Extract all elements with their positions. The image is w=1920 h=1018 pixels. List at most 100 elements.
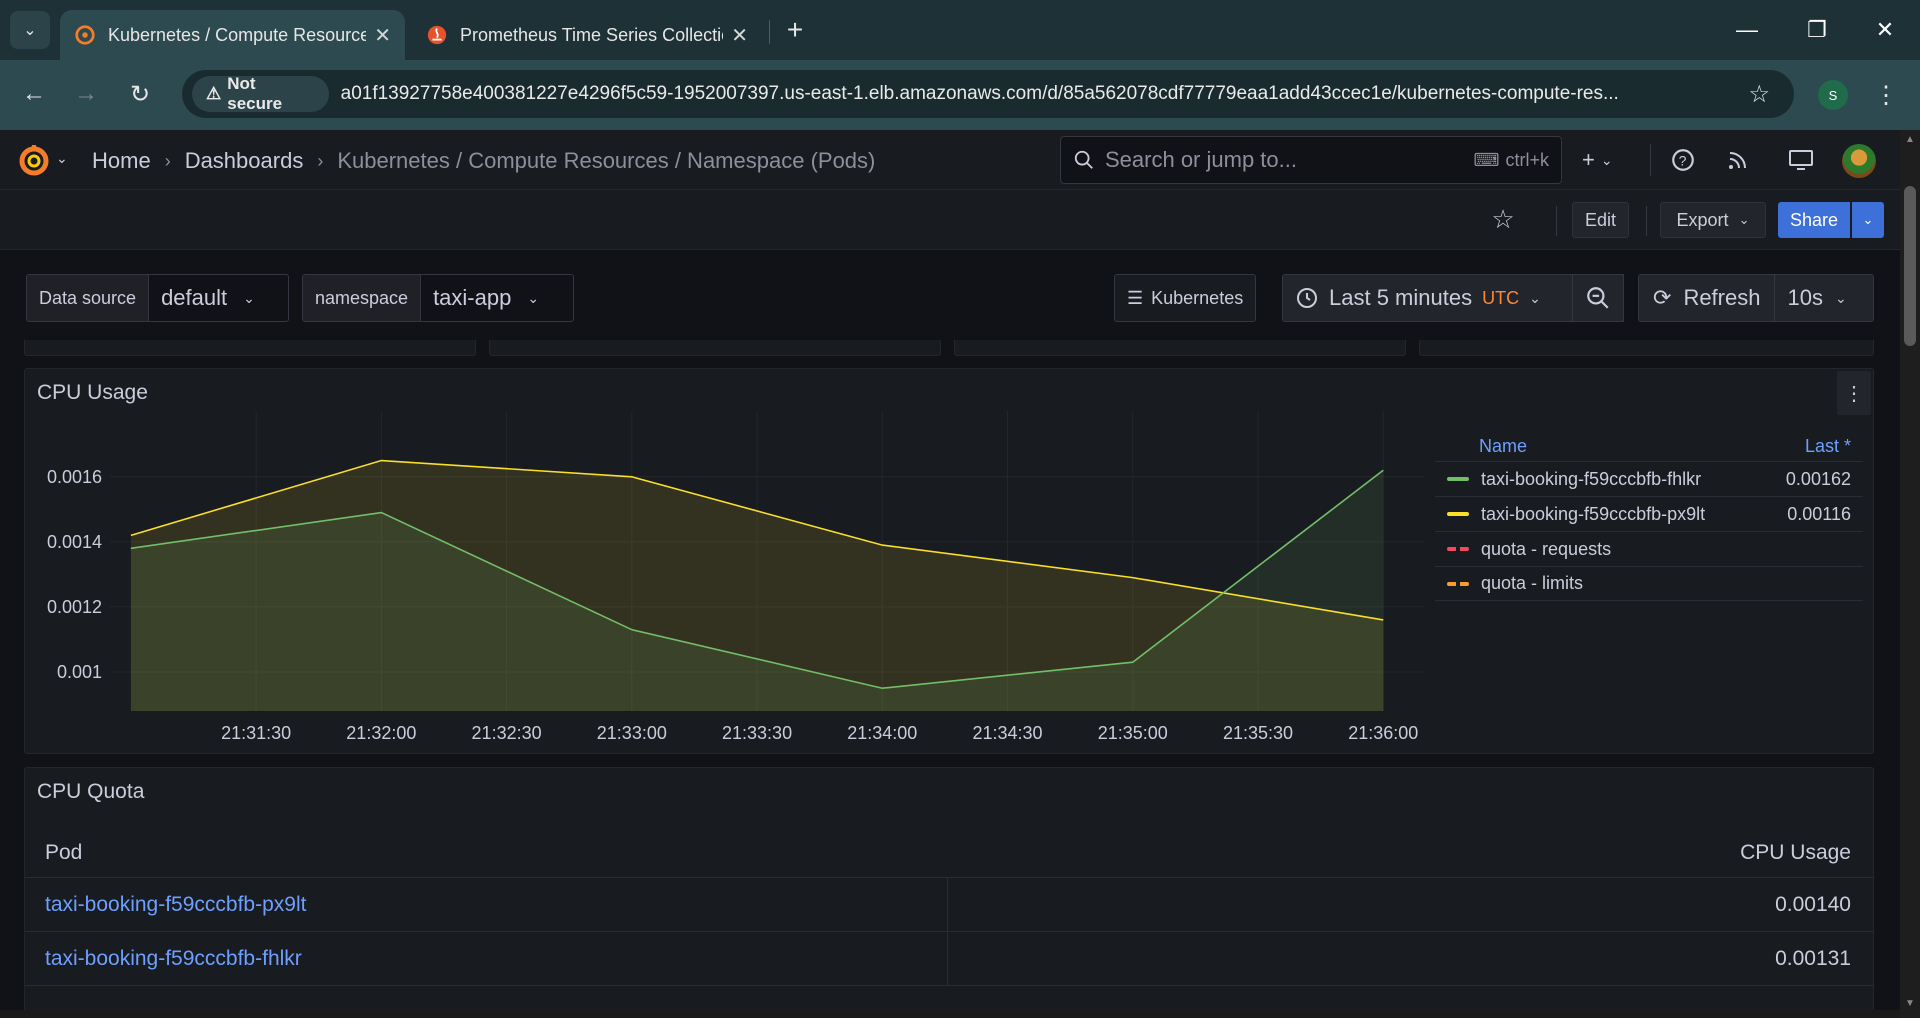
forward-button[interactable]: → [68, 76, 104, 112]
legend-value: 0.00162 [1785, 468, 1851, 489]
bottom-scrollbar [0, 1010, 1900, 1018]
column-header-pod[interactable]: Pod [45, 841, 82, 865]
help-button[interactable]: ? [1670, 144, 1696, 176]
zoom-out-icon [1587, 287, 1609, 309]
datasource-variable[interactable]: Data source default ⌄ [26, 274, 289, 322]
search-input[interactable]: Search or jump to... ⌨ ctrl+k [1060, 136, 1562, 184]
pod-link[interactable]: taxi-booking-f59cccbfb-px9lt [45, 893, 306, 917]
toolbar-divider [1650, 144, 1651, 176]
grafana-icon [75, 25, 95, 45]
x-tick-label: 21:32:00 [346, 723, 416, 743]
edit-button[interactable]: Edit [1572, 202, 1629, 238]
chart-legend: Name Last * taxi-booking-f59cccbfb-fhlkr… [1435, 431, 1863, 601]
export-button[interactable]: Export ⌄ [1660, 202, 1766, 238]
reload-button[interactable]: ↻ [122, 76, 158, 112]
grafana-logo-icon[interactable] [16, 142, 52, 178]
legend-label: taxi-booking-f59cccbfb-fhlkr [1481, 468, 1702, 489]
chevron-down-icon[interactable]: ⌄ [56, 150, 68, 167]
chevron-down-icon: ⌄ [1738, 212, 1750, 227]
plus-icon: + [786, 14, 804, 45]
favorite-star-icon[interactable]: ☆ [1488, 204, 1518, 234]
help-icon: ? [1672, 149, 1694, 171]
security-chip[interactable]: ⚠ Not secure [192, 74, 329, 113]
y-tick-label: 0.001 [57, 662, 102, 682]
refresh-button[interactable]: ⟳ Refresh [1639, 275, 1776, 321]
share-button[interactable]: Share [1778, 202, 1850, 238]
x-tick-label: 21:31:30 [221, 723, 291, 743]
address-bar[interactable]: ⚠ Not secure a01f13927758e400381227e4296… [182, 70, 1794, 118]
table-header: Pod CPU Usage [25, 828, 1873, 878]
user-avatar[interactable] [1842, 144, 1876, 178]
browser-tab-grafana[interactable]: Kubernetes / Compute Resources / Namespa… [60, 10, 405, 60]
zoom-out-button[interactable] [1572, 274, 1624, 322]
browser-tab-prometheus[interactable]: Prometheus Time Series Collection and Pr… [412, 10, 762, 60]
legend-header: Name Last * [1435, 431, 1863, 461]
close-window-button[interactable]: ✕ [1860, 10, 1910, 50]
chevron-right-icon: › [164, 150, 171, 171]
url-text[interactable]: a01f13927758e400381227e4296f5c59-1952007… [341, 83, 1794, 105]
arrow-right-icon: → [74, 80, 98, 107]
rss-icon [1729, 152, 1746, 169]
bars-icon: ☰ [1127, 287, 1144, 308]
kiosk-button[interactable] [1788, 144, 1814, 176]
refresh-interval-value: 10s [1787, 285, 1823, 310]
chevron-right-icon: › [317, 150, 324, 171]
cpu-usage-chart: 0.001 0.0012 0.0014 0.0016 21:31:30 21:32:00 2… [47, 411, 1425, 743]
toolbar-divider [1556, 206, 1557, 236]
page-scrollbar[interactable]: ▲ ▼ [1900, 130, 1920, 1018]
prometheus-icon [427, 25, 447, 45]
legend-item[interactable]: taxi-booking-f59cccbfb-px9lt 0.00116 [1435, 496, 1863, 531]
legend-item[interactable]: taxi-booking-f59cccbfb-fhlkr 0.00162 [1435, 461, 1863, 496]
grafana-topbar: ⌄ Home › Dashboards › Kubernetes / Compu… [0, 130, 1900, 190]
close-icon[interactable]: ✕ [374, 23, 391, 48]
refresh-icon: ⟳ [1653, 285, 1672, 310]
y-tick-label: 0.0012 [47, 597, 102, 617]
y-tick-label: 0.0016 [47, 467, 102, 487]
scroll-up-icon[interactable]: ▲ [1904, 134, 1916, 146]
scroll-down-icon[interactable]: ▼ [1904, 998, 1916, 1010]
panel-menu-icon[interactable]: ⋮ [1837, 371, 1871, 415]
scroll-thumb[interactable] [1904, 186, 1916, 346]
namespace-variable[interactable]: namespace taxi-app ⌄ [302, 274, 574, 322]
new-button[interactable]: + ⌄ [1582, 144, 1613, 176]
minimize-button[interactable]: — [1722, 10, 1772, 50]
news-button[interactable] [1726, 144, 1750, 176]
chevron-down-icon: ⌄ [1529, 289, 1541, 306]
breadcrumb-home[interactable]: Home [92, 148, 151, 174]
refresh-interval-select[interactable]: 10s ⌄ [1775, 275, 1858, 321]
legend-item[interactable]: quota - limits [1435, 566, 1863, 601]
legend-name-header[interactable]: Name [1479, 436, 1527, 457]
legend-label: quota - requests [1481, 538, 1612, 559]
x-tick-label: 21:33:30 [722, 723, 792, 743]
datasource-value: default [161, 285, 228, 310]
cpu-quota-panel: CPU Quota Pod CPU Usage taxi-booking-f59… [24, 767, 1874, 1018]
new-tab-button[interactable]: + [780, 13, 810, 47]
export-label: Export [1676, 209, 1729, 230]
breadcrumb-current: Kubernetes / Compute Resources / Namespa… [337, 148, 876, 173]
tab-search-button[interactable]: ⌄ [10, 11, 50, 49]
share-menu-button[interactable]: ⌄ [1852, 202, 1884, 238]
breadcrumb-dashboards[interactable]: Dashboards [185, 148, 304, 174]
dashboard-links-button[interactable]: ☰ Kubernetes [1114, 274, 1257, 322]
x-tick-label: 21:35:00 [1098, 723, 1168, 743]
bookmark-star-icon[interactable]: ☆ [1748, 80, 1770, 109]
browser-tabstrip: ⌄ Kubernetes / Compute Resources / Names… [0, 0, 1920, 60]
tab-divider [769, 20, 770, 44]
close-icon[interactable]: ✕ [731, 23, 748, 48]
browser-menu-icon[interactable]: ⋮ [1874, 78, 1898, 112]
chevron-down-icon: ⌄ [243, 289, 255, 306]
profile-avatar[interactable]: S [1818, 80, 1848, 110]
variable-value[interactable]: default ⌄ [149, 275, 267, 321]
panel-stub [24, 340, 476, 356]
restore-button[interactable]: ❐ [1792, 10, 1842, 50]
back-button[interactable]: ← [16, 76, 52, 112]
variable-value[interactable]: taxi-app ⌄ [421, 275, 552, 321]
legend-last-header[interactable]: Last * [1805, 436, 1851, 457]
column-header-cpu-usage[interactable]: CPU Usage [1740, 841, 1851, 865]
chevron-down-icon: ⌄ [1862, 212, 1874, 227]
x-tick-label: 21:32:30 [472, 723, 542, 743]
tab-title: Prometheus Time Series Collection and Pr… [460, 24, 723, 45]
pod-link[interactable]: taxi-booking-f59cccbfb-fhlkr [45, 947, 302, 971]
legend-item[interactable]: quota - requests [1435, 531, 1863, 566]
security-label: Not secure [227, 74, 283, 113]
